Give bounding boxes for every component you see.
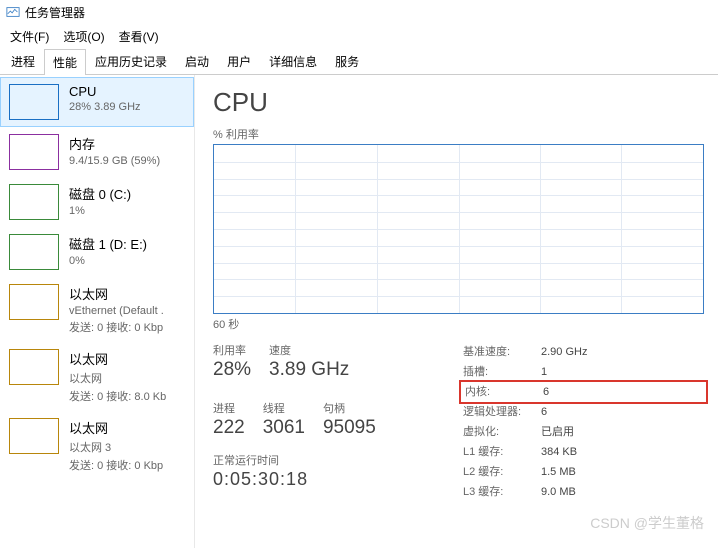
disk-thumb-icon [9, 184, 59, 220]
menu-view[interactable]: 查看(V) [113, 26, 165, 44]
tab-startup[interactable]: 启动 [176, 48, 218, 74]
sidebar-item-sub2: 发送: 0 接收: 0 Kbp [69, 319, 187, 335]
main: CPU 28% 3.89 GHz 内存 9.4/15.9 GB (59%) 磁盘… [0, 75, 718, 548]
stats-right: 基准速度:2.90 GHz 插槽:1 内核:6 逻辑处理器:6 虚拟化:已启用 … [463, 342, 704, 502]
spec-l2: L2 缓存:1.5 MB [463, 462, 704, 482]
cpu-thumb-icon [9, 84, 59, 120]
detail-pane: CPU % 利用率 60 秒 利用率 28% 速度 3.89 GHz 进程 22… [195, 75, 718, 548]
sidebar-item-label: 内存 [69, 134, 187, 153]
sidebar-item-sub: 28% 3.89 GHz [69, 101, 187, 113]
titlebar: 任务管理器 [0, 0, 718, 24]
sidebar-item-sub: 以太网 3 [69, 439, 187, 455]
stat-uptime: 正常运行时间 0:05:30:18 [213, 452, 415, 497]
menubar: 文件(F) 选项(O) 查看(V) [0, 24, 718, 46]
spec-sockets: 插槽:1 [463, 362, 704, 382]
stats-left: 利用率 28% 速度 3.89 GHz 进程 222 线程 3061 句柄 [213, 342, 433, 502]
spec-logical: 逻辑处理器:6 [463, 402, 704, 422]
tabstrip: 进程 性能 应用历史记录 启动 用户 详细信息 服务 [0, 48, 718, 75]
chart-x-label: 60 秒 [213, 316, 704, 332]
ethernet-thumb-icon [9, 349, 59, 385]
tab-users[interactable]: 用户 [218, 48, 260, 74]
sidebar-item-label: 磁盘 0 (C:) [69, 184, 187, 203]
sidebar-item-ethernet0[interactable]: 以太网 vEthernet (Default . 发送: 0 接收: 0 Kbp [0, 277, 194, 342]
sidebar: CPU 28% 3.89 GHz 内存 9.4/15.9 GB (59%) 磁盘… [0, 75, 195, 548]
sidebar-item-label: 以太网 [69, 284, 187, 303]
sidebar-item-label: 以太网 [69, 349, 187, 368]
sidebar-item-sub2: 发送: 0 接收: 8.0 Kb [69, 388, 187, 404]
spec-cores: 内核:6 [459, 380, 708, 404]
app-icon [6, 5, 20, 19]
stat-utilization: 利用率 28% [213, 342, 251, 388]
memory-thumb-icon [9, 134, 59, 170]
spec-base-speed: 基准速度:2.90 GHz [463, 342, 704, 362]
sidebar-item-memory[interactable]: 内存 9.4/15.9 GB (59%) [0, 127, 194, 177]
sidebar-item-cpu[interactable]: CPU 28% 3.89 GHz [0, 77, 194, 127]
tab-details[interactable]: 详细信息 [260, 48, 326, 74]
sidebar-item-label: CPU [69, 84, 187, 99]
sidebar-item-sub: 0% [69, 255, 187, 267]
sidebar-item-sub: 以太网 [69, 370, 187, 386]
sidebar-item-ethernet1[interactable]: 以太网 以太网 发送: 0 接收: 8.0 Kb [0, 342, 194, 411]
stat-processes: 进程 222 [213, 400, 245, 446]
sidebar-item-disk0[interactable]: 磁盘 0 (C:) 1% [0, 177, 194, 227]
window-title: 任务管理器 [25, 4, 85, 21]
sidebar-item-sub2: 发送: 0 接收: 0 Kbp [69, 457, 187, 473]
disk-thumb-icon [9, 234, 59, 270]
spec-l1: L1 缓存:384 KB [463, 442, 704, 462]
stat-speed: 速度 3.89 GHz [269, 342, 349, 388]
stats-area: 利用率 28% 速度 3.89 GHz 进程 222 线程 3061 句柄 [213, 342, 704, 502]
ethernet-thumb-icon [9, 418, 59, 454]
sidebar-item-sub: 9.4/15.9 GB (59%) [69, 155, 187, 167]
stat-threads: 线程 3061 [263, 400, 305, 446]
menu-file[interactable]: 文件(F) [4, 26, 55, 44]
sidebar-item-label: 以太网 [69, 418, 187, 437]
tab-performance[interactable]: 性能 [44, 49, 86, 75]
chart-y-label: % 利用率 [213, 126, 704, 142]
sidebar-item-sub: vEthernet (Default . [69, 305, 187, 317]
tab-apphistory[interactable]: 应用历史记录 [86, 48, 176, 74]
stat-handles: 句柄 95095 [323, 400, 376, 446]
sidebar-item-label: 磁盘 1 (D: E:) [69, 234, 187, 253]
cpu-chart [213, 144, 704, 314]
spec-virtualization: 虚拟化:已启用 [463, 422, 704, 442]
spec-l3: L3 缓存:9.0 MB [463, 482, 704, 502]
menu-options[interactable]: 选项(O) [57, 26, 110, 44]
tab-services[interactable]: 服务 [326, 48, 368, 74]
sidebar-item-disk1[interactable]: 磁盘 1 (D: E:) 0% [0, 227, 194, 277]
sidebar-item-sub: 1% [69, 205, 187, 217]
sidebar-item-ethernet2[interactable]: 以太网 以太网 3 发送: 0 接收: 0 Kbp [0, 411, 194, 480]
detail-heading: CPU [213, 87, 704, 118]
ethernet-thumb-icon [9, 284, 59, 320]
tab-processes[interactable]: 进程 [2, 48, 44, 74]
